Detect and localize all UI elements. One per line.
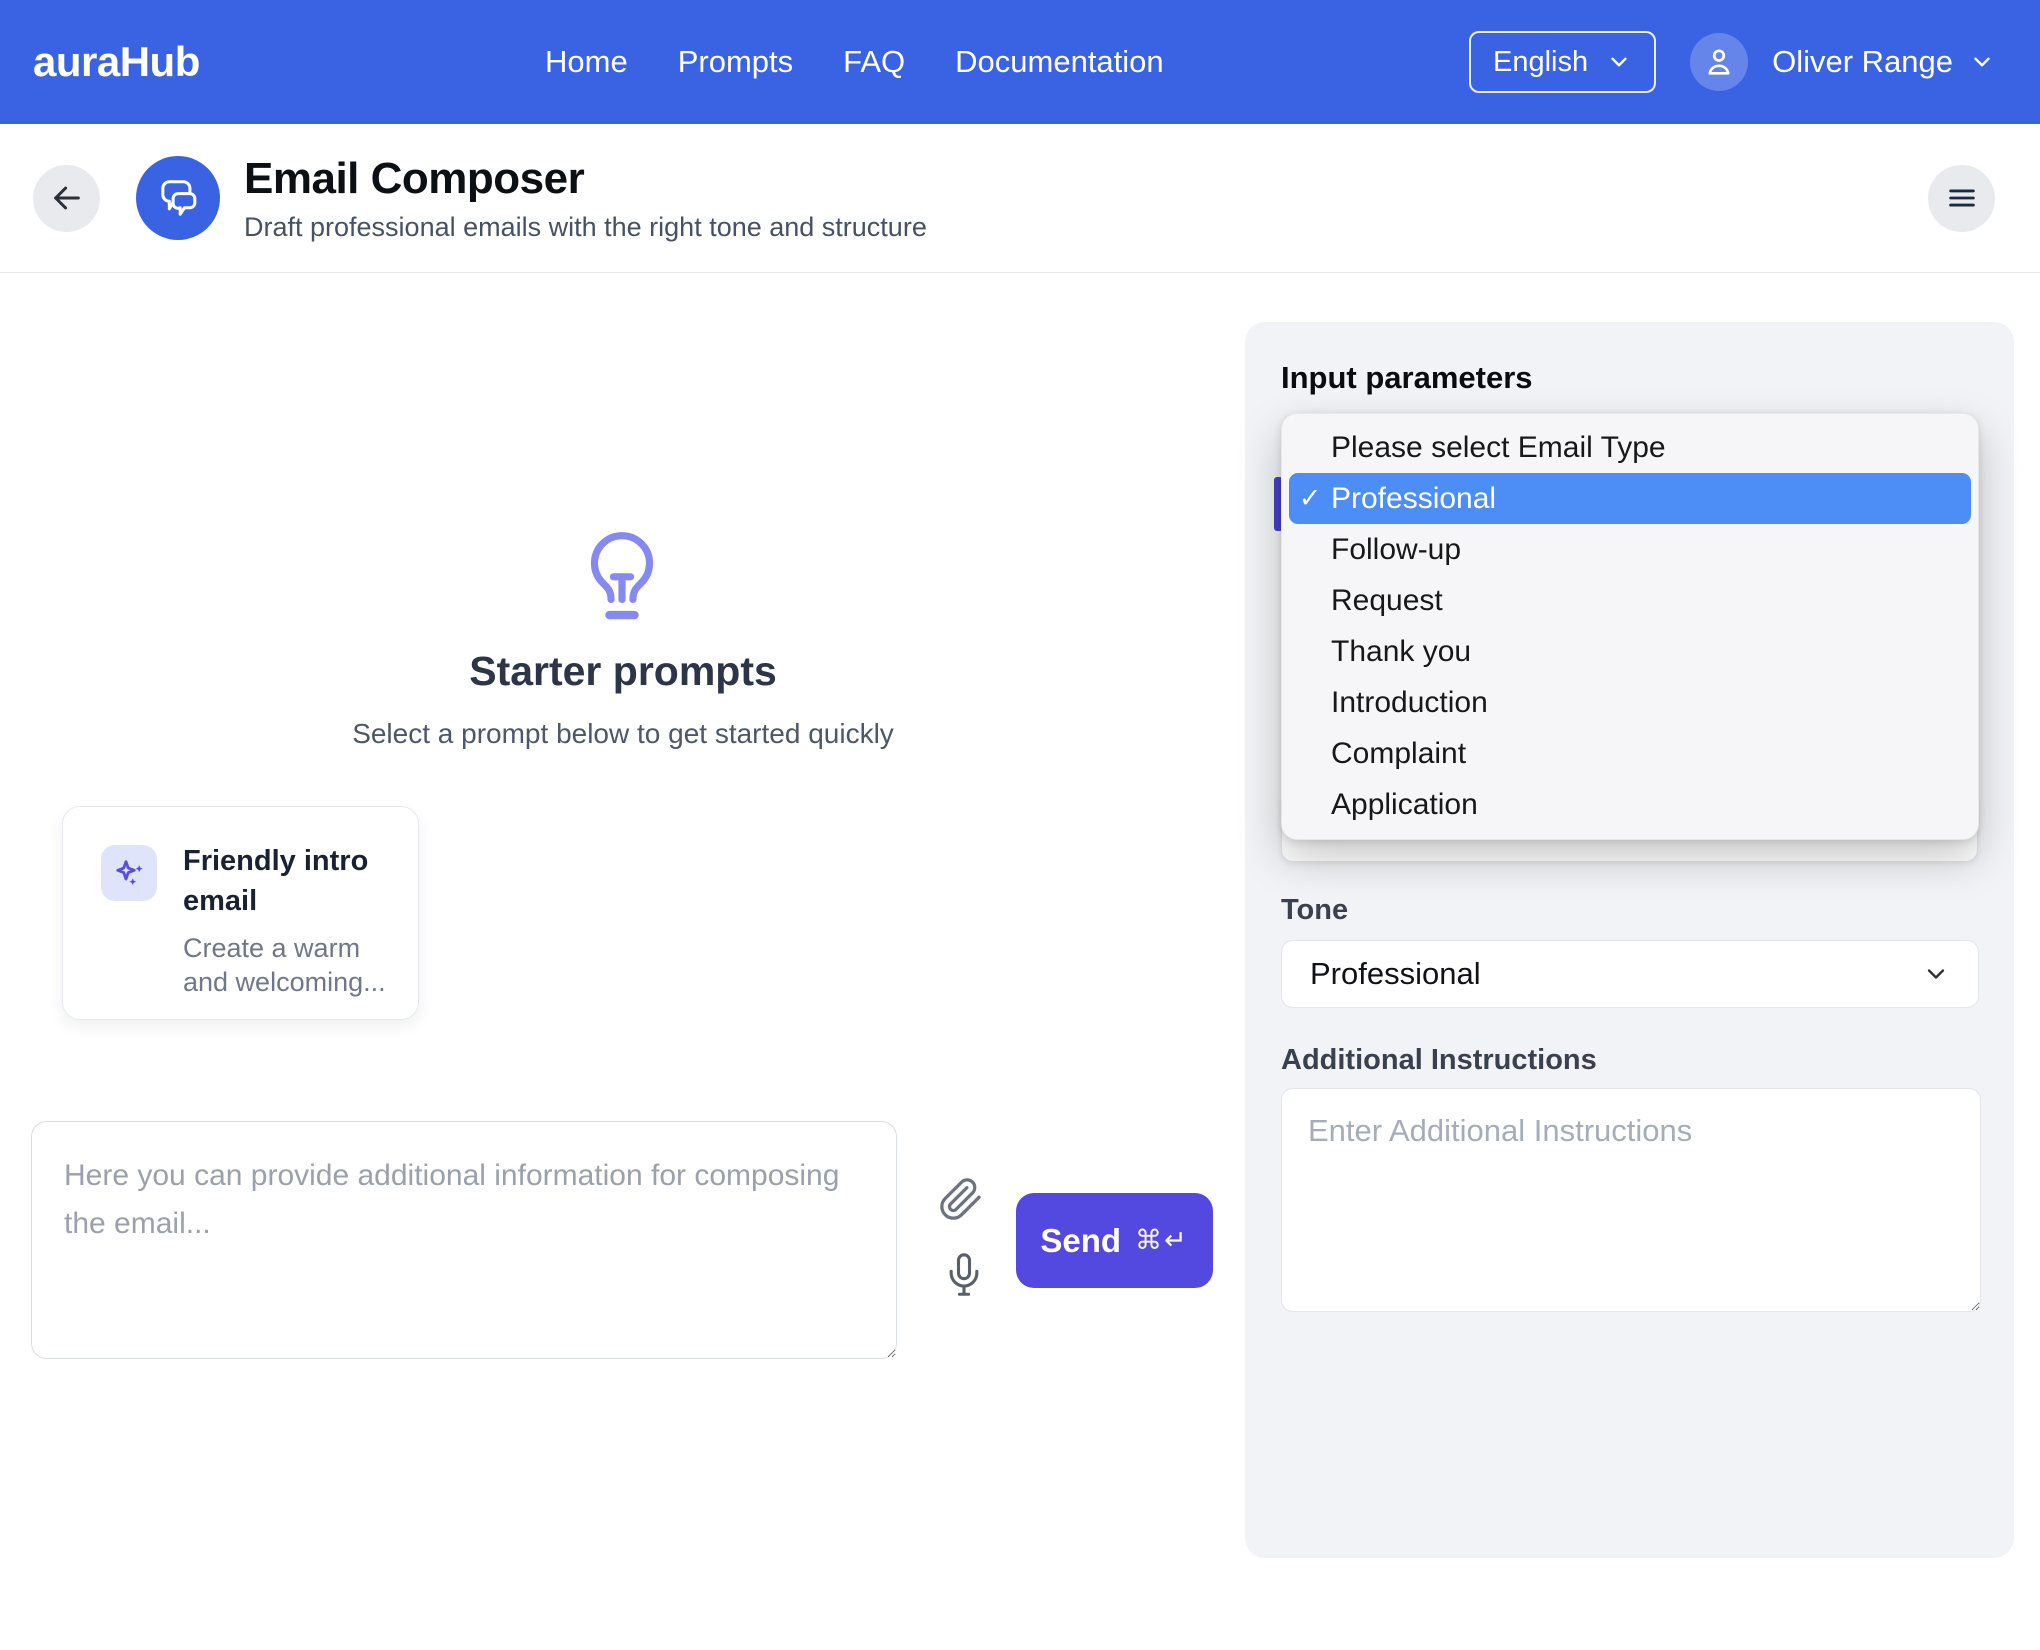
page-header: Email Composer Draft professional emails… [0,124,2040,273]
language-label: English [1493,46,1588,79]
additional-instructions-input[interactable] [1281,1088,1981,1312]
email-type-option[interactable]: Introduction [1289,677,1971,728]
user-avatar[interactable] [1690,33,1748,91]
send-button[interactable]: Send ⌘↵ [1016,1193,1213,1288]
compose-input[interactable] [31,1121,897,1359]
nav-link-home[interactable]: Home [545,44,628,80]
email-type-option[interactable]: ✓Professional [1289,473,1971,524]
option-label: Application [1331,788,1478,822]
email-type-option[interactable]: Thank you [1289,626,1971,677]
email-composer-app-icon [136,156,220,240]
send-shortcut: ⌘↵ [1135,1225,1189,1256]
language-selector[interactable]: English [1469,31,1656,93]
menu-button[interactable] [1928,165,1995,232]
nav-link-prompts[interactable]: Prompts [678,44,793,80]
nav-link-faq[interactable]: FAQ [843,44,905,80]
top-nav: auraHub Home Prompts FAQ Documentation E… [0,0,2040,124]
page-titles: Email Composer Draft professional emails… [244,154,927,243]
chevron-down-icon [1969,49,1995,75]
email-type-dropdown: Please select Email Type✓ProfessionalFol… [1281,413,1979,840]
chat-bubbles-icon [152,172,204,224]
tone-select[interactable]: Professional [1281,940,1979,1008]
nav-links: Home Prompts FAQ Documentation [545,0,1164,124]
sparkles-icon [101,845,157,901]
email-type-option[interactable]: Please select Email Type [1289,422,1971,473]
back-button[interactable] [33,165,100,232]
email-type-option[interactable]: Complaint [1289,728,1971,779]
app-logo[interactable]: auraHub [33,38,200,86]
option-label: Thank you [1331,635,1471,669]
card-description: Create a warm and welcoming... [183,931,388,999]
panel-title: Input parameters [1281,360,1533,396]
check-icon: ✓ [1289,483,1331,514]
starter-heading: Starter prompts [0,648,1246,695]
card-text: Friendly intro email Create a warm and w… [183,841,388,1019]
option-label: Introduction [1331,686,1488,720]
nav-link-documentation[interactable]: Documentation [955,44,1164,80]
send-label: Send [1040,1222,1121,1260]
person-icon [1702,45,1736,79]
email-type-options: Please select Email Type✓ProfessionalFol… [1282,422,1978,830]
microphone-button[interactable] [942,1250,986,1300]
page-subtitle: Draft professional emails with the right… [244,212,927,243]
email-type-option[interactable]: Follow-up [1289,524,1971,575]
card-title: Friendly intro email [183,841,388,921]
chevron-down-icon [1606,49,1632,75]
option-label: Request [1331,584,1443,618]
option-label: Complaint [1331,737,1466,771]
option-label: Professional [1331,482,1496,516]
tone-value: Professional [1310,956,1481,992]
email-type-option[interactable]: Application [1289,779,1971,830]
additional-instructions-label: Additional Instructions [1281,1044,1597,1077]
starter-subheading: Select a prompt below to get started qui… [0,718,1246,750]
email-type-option[interactable]: Request [1289,575,1971,626]
paperclip-icon [938,1176,984,1222]
starter-prompt-card[interactable]: Friendly intro email Create a warm and w… [62,806,419,1020]
nav-right: English Oliver Range [1469,31,1995,93]
microphone-icon [942,1250,986,1300]
option-label: Please select Email Type [1331,431,1666,465]
attach-button[interactable] [938,1176,984,1222]
back-arrow-icon [50,181,84,215]
chevron-down-icon [1922,960,1950,988]
user-menu[interactable]: Oliver Range [1772,44,1995,80]
tone-label: Tone [1281,894,1348,927]
lightbulb-icon [572,524,672,628]
page: auraHub Home Prompts FAQ Documentation E… [0,0,2040,1650]
user-name-label: Oliver Range [1772,44,1953,80]
page-title: Email Composer [244,154,927,204]
input-parameters-panel: Input parameters Please select Email Typ… [1245,322,2014,1558]
hamburger-icon [1945,181,1979,215]
option-label: Follow-up [1331,533,1461,567]
